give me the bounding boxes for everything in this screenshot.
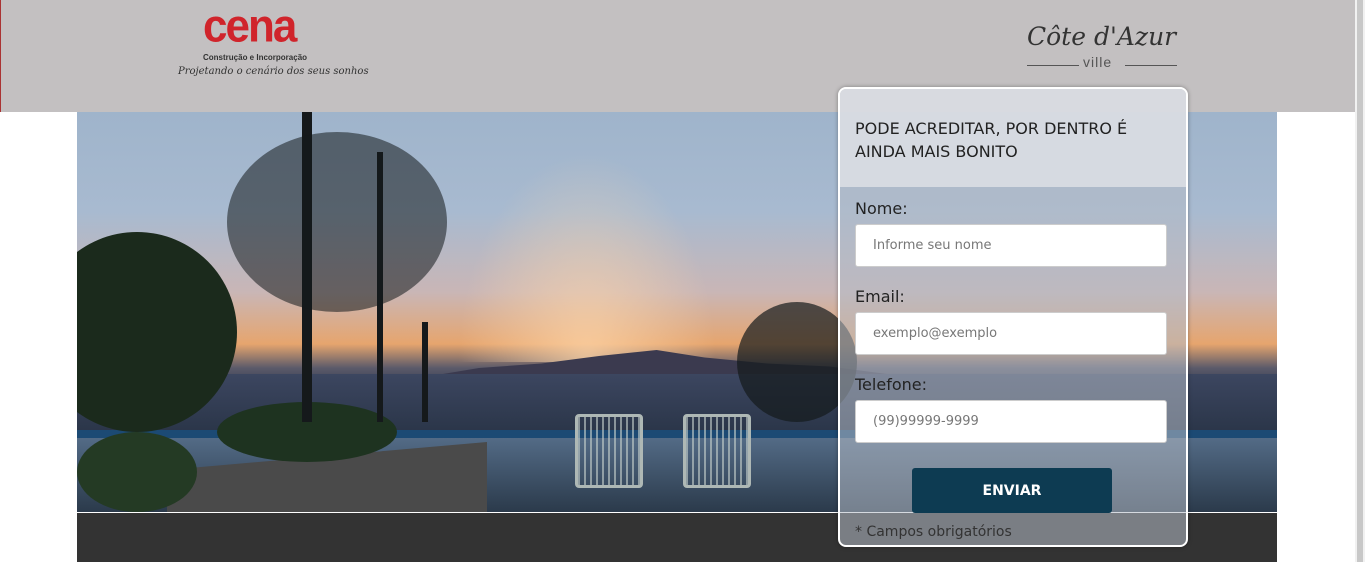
hero-tree-canopy — [227, 132, 447, 312]
page-scrollbar[interactable] — [1355, 0, 1365, 562]
form-header: PODE ACREDITAR, POR DENTRO É AINDA MAIS … — [840, 89, 1186, 187]
cena-logo-subtitle: Construção e Incorporação — [203, 53, 308, 62]
email-input[interactable] — [855, 312, 1167, 355]
scrollbar-thumb[interactable] — [1357, 0, 1363, 562]
contact-form-card: PODE ACREDITAR, POR DENTRO É AINDA MAIS … — [838, 87, 1188, 547]
hero-palm-trunk — [422, 322, 428, 422]
hero-lounge-chair-1 — [575, 414, 643, 488]
submit-button[interactable]: ENVIAR — [912, 468, 1112, 513]
hero-bushes-left — [77, 432, 197, 512]
cote-dazur-logo[interactable]: Côte d'Azur ville — [1025, 22, 1181, 72]
cote-logo-sub: ville — [1083, 54, 1113, 70]
form-title: PODE ACREDITAR, POR DENTRO É AINDA MAIS … — [855, 119, 1128, 161]
name-input[interactable] — [855, 224, 1167, 267]
cena-logo-tagline: Projetando o cenário dos seus sonhos — [178, 66, 369, 77]
cena-logo-wordmark: cena — [203, 0, 297, 53]
required-fields-note: * Campos obrigatórios — [855, 524, 1012, 540]
cena-logo[interactable]: cena Construção e Incorporação Projetand… — [173, 1, 369, 84]
hero-sun-rays — [457, 152, 717, 362]
hero-lounge-chair-2 — [683, 414, 751, 488]
cote-logo-title: Côte d'Azur — [1027, 22, 1177, 51]
phone-label: Telefone: — [855, 375, 927, 394]
email-label: Email: — [855, 287, 905, 306]
cote-logo-rule-right — [1125, 65, 1177, 66]
cote-logo-rule-left — [1027, 65, 1079, 66]
phone-input[interactable] — [855, 400, 1167, 443]
name-label: Nome: — [855, 199, 908, 218]
